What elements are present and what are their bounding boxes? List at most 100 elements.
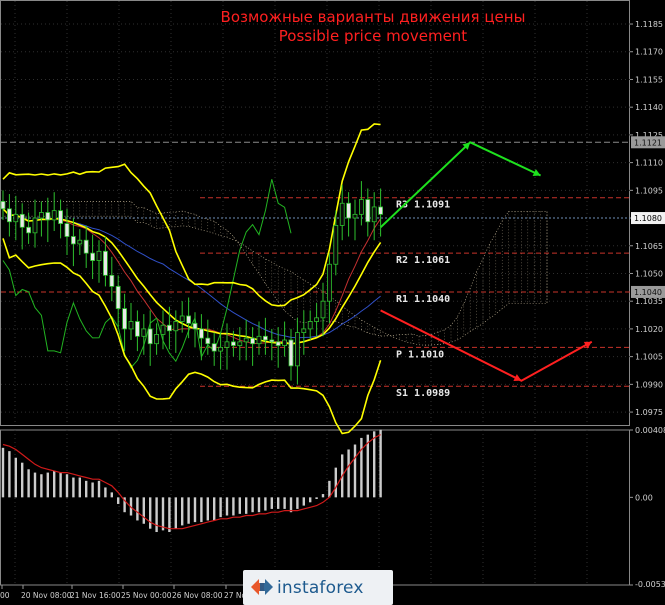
chart-subtitle: Possible price movement [279,27,468,45]
macd-bar [334,467,337,498]
macd-bar [174,497,177,529]
pivot-levels: R3 1.1091R2 1.1061R1 1.1040P 1.1010S1 1.… [1,141,630,399]
candle [314,317,320,322]
macd-tick-label: -0.00531 [635,580,665,589]
candle [19,213,25,228]
macd-bar [46,472,49,498]
macd-bar [142,497,145,524]
time-axis: 00 20 Nov 08:0021 Nov 16:00 25 Nov 00:00 26… [0,585,247,600]
candle [166,324,172,332]
macd-bar [200,497,203,523]
candle [39,212,44,219]
macd-bar [289,497,293,513]
candle [275,341,281,346]
time-tick-label: 21 Nov 16:00 [70,591,121,600]
macd-bar [187,497,190,524]
level-tag-label: 1.1121 [634,138,662,147]
macd-bar [161,497,165,531]
macd-bar [149,497,152,529]
macd-bar [213,497,216,521]
candles [0,181,384,385]
candle [0,201,6,210]
macd-bar [33,472,37,498]
candle [288,339,294,367]
candle [90,252,95,261]
level-tag-label: 1.1040 [634,288,662,297]
candle [365,199,371,223]
price-chart: R3 1.1091R2 1.1061R1 1.1040P 1.1010S1 1.… [0,0,665,600]
macd-panel: 0.00408 0.00 -0.00531 [1,426,665,589]
candle [326,263,332,302]
price-tick-label: 1.0990 [635,380,663,389]
candle [230,341,236,346]
candle [154,334,160,345]
macd-bar [40,474,43,498]
price-tick-label: 1.1140 [635,103,663,112]
macd-bar [21,462,24,498]
chart-title: Возможные варианты движения цены [221,8,526,26]
macd-bar [296,497,299,509]
candle [173,321,179,332]
price-tick-label: 1.1155 [635,75,663,84]
candle [64,223,70,237]
macd-bar [97,480,101,498]
instaforex-logo-text: instaforex [277,577,364,598]
macd-bar [219,497,222,518]
macd-bar [264,497,267,511]
candle [71,236,76,245]
candle [346,202,352,219]
current-price-tag-label: 1.1080 [634,214,662,223]
macd-bar [315,497,318,499]
candle [378,206,384,215]
candle [301,328,307,334]
candle [211,343,217,352]
candle [58,210,63,224]
candle [141,328,147,337]
candle [83,239,89,254]
candle [96,250,102,261]
candle [115,286,121,309]
pivot-label: R2 1.1061 [396,255,450,266]
candle [269,339,275,343]
macd-tick-label: 0.00408 [635,426,665,435]
macd-bar [85,480,88,498]
candle [134,321,140,337]
macd-bar [181,497,184,526]
candle [13,213,19,223]
macd-bar [328,480,331,498]
macd-bar [78,477,81,498]
price-axis: 1.11851.11701.11551.11401.11251.11101.10… [630,20,665,417]
pivot-label: S1 1.0989 [396,388,450,399]
macd-bar [353,444,357,498]
macd-panel-frame [0,429,630,586]
candle [32,217,38,234]
candle [122,308,127,330]
candle [333,225,339,265]
forecast-path [380,309,593,382]
candle [339,202,345,226]
macd-bar [373,431,376,498]
candle [320,300,326,319]
macd-bar [238,497,241,514]
candle [256,335,262,345]
candle [179,315,185,322]
candle [250,337,256,345]
candle [147,328,153,345]
price-tick-label: 1.1110 [635,159,663,168]
candle [160,324,166,335]
macd-bar [53,470,56,498]
candle [294,332,300,367]
time-tick-label: 20 Nov 08:00 [21,591,72,600]
price-tick-label: 1.1185 [635,20,663,29]
candle [307,321,313,330]
instaforex-logo: instaforex [243,570,393,605]
macd-bar [302,497,305,506]
instaforex-logo-icon [251,579,273,595]
macd-bar [104,487,107,498]
price-tick-label: 1.1005 [635,353,663,362]
macd-bar [91,482,94,498]
candle [128,321,134,330]
candle [243,337,249,343]
macd-bar [27,469,30,498]
macd-bar [155,497,158,533]
